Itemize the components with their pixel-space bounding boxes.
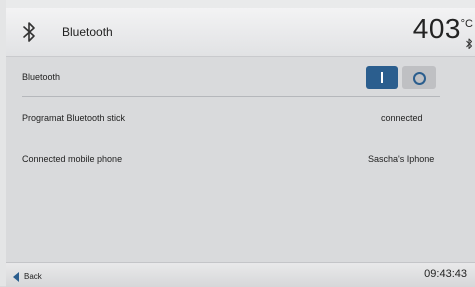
mobile-phone-label: Connected mobile phone <box>22 154 123 164</box>
header-bar: Bluetooth 403 °C <box>6 8 475 57</box>
temperature-readout: 403 <box>412 13 461 44</box>
bluetooth-stick-label: Programat Bluetooth stick <box>22 113 126 123</box>
bluetooth-icon <box>23 22 35 42</box>
clock: 09:43:43 <box>424 268 467 280</box>
mobile-phone-value: Sascha's Iphone <box>368 154 435 164</box>
back-button[interactable]: Back <box>10 266 82 286</box>
temperature-unit: °C <box>460 18 473 30</box>
off-symbol-icon <box>413 72 426 85</box>
bluetooth-status-icon <box>466 38 472 49</box>
back-label: Back <box>24 272 42 281</box>
divider <box>22 96 440 97</box>
bluetooth-stick-status: connected <box>381 113 423 123</box>
on-symbol-icon <box>381 72 383 83</box>
bluetooth-setting-label: Bluetooth <box>22 72 61 82</box>
window-frame-top <box>0 0 475 8</box>
footer-bar: Back 09:43:43 <box>6 262 475 287</box>
back-arrow-icon <box>13 272 19 282</box>
bluetooth-on-button[interactable] <box>366 66 398 89</box>
page-title: Bluetooth <box>62 25 113 39</box>
bluetooth-off-button[interactable] <box>402 66 436 89</box>
